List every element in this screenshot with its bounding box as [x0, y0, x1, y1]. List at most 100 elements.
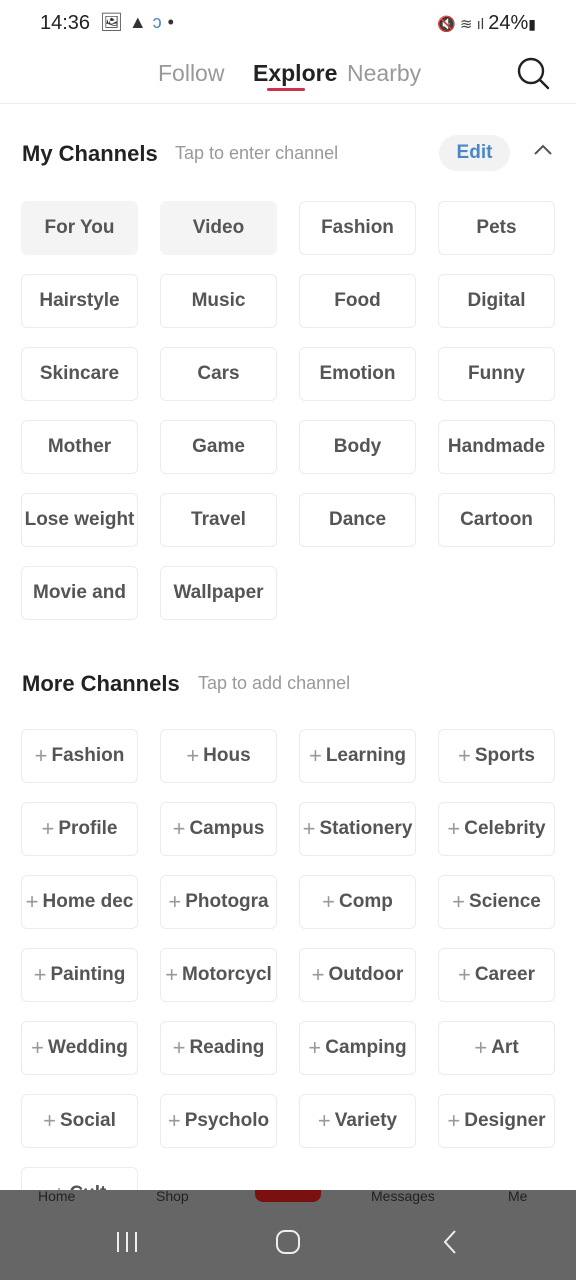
- channel-label: Wallpaper: [173, 582, 264, 603]
- channel-label: Pets: [476, 217, 517, 238]
- status-bar: 14:36 🖼▲ↄ• 🔇 ≋ ıl 24%▮: [0, 0, 576, 48]
- channel-label: Wedding: [48, 1037, 128, 1058]
- channel-chip[interactable]: Funny: [438, 347, 555, 401]
- channel-chip[interactable]: Movie and: [21, 566, 138, 620]
- channel-chip[interactable]: Food: [299, 274, 416, 328]
- channel-chip[interactable]: + Painting: [21, 948, 138, 1002]
- my-channels-grid: For You Video Fashion Pets Hairstyle Music Foo…: [21, 201, 555, 620]
- channel-label: Cartoon: [460, 509, 533, 530]
- channel-label: Emotion: [319, 363, 396, 384]
- nav-shop[interactable]: Shop: [156, 1188, 189, 1204]
- channel-chip[interactable]: For You: [21, 201, 138, 255]
- plus-icon: +: [452, 889, 466, 914]
- channel-label: Hous: [203, 745, 251, 766]
- recent-apps-icon[interactable]: [115, 1228, 139, 1256]
- channel-chip[interactable]: Body: [299, 420, 416, 474]
- notification-icons: 🖼▲ↄ•: [100, 12, 180, 32]
- channel-chip[interactable]: + Comp: [299, 875, 416, 929]
- tab-follow[interactable]: Follow: [158, 60, 224, 87]
- channel-chip[interactable]: + Psycholo: [160, 1094, 277, 1148]
- channel-chip[interactable]: + Science: [438, 875, 555, 929]
- system-icons: 🔇 ≋ ıl: [437, 16, 489, 33]
- channel-chip[interactable]: Pets: [438, 201, 555, 255]
- plus-icon: +: [322, 889, 336, 914]
- channel-chip[interactable]: + Variety: [299, 1094, 416, 1148]
- channel-chip[interactable]: + Motorcycl: [160, 948, 277, 1002]
- channel-chip[interactable]: + Career: [438, 948, 555, 1002]
- chevron-up-icon[interactable]: [532, 142, 554, 158]
- channel-label: Movie and: [33, 582, 126, 603]
- channel-label: Learning: [325, 745, 407, 766]
- channel-chip[interactable]: Emotion: [299, 347, 416, 401]
- channel-chip[interactable]: Game: [160, 420, 277, 474]
- channel-chip[interactable]: + Celebrity: [438, 802, 555, 856]
- channel-chip[interactable]: Cartoon: [438, 493, 555, 547]
- channel-chip[interactable]: Mother: [21, 420, 138, 474]
- channel-chip[interactable]: + Photogra: [160, 875, 277, 929]
- channel-chip[interactable]: Digital: [438, 274, 555, 328]
- home-icon[interactable]: [275, 1228, 301, 1256]
- channel-chip[interactable]: + Learning: [299, 729, 416, 783]
- channel-chip[interactable]: + Outdoor: [299, 948, 416, 1002]
- plus-icon: +: [447, 816, 461, 841]
- channel-label: Fashion: [51, 745, 125, 766]
- channel-chip[interactable]: + Social: [21, 1094, 138, 1148]
- channel-chip[interactable]: + Reading: [160, 1021, 277, 1075]
- channel-label: Hairstyle: [39, 290, 120, 311]
- plus-icon: +: [33, 962, 47, 987]
- channel-label: Funny: [468, 363, 525, 384]
- active-tab-indicator: [267, 88, 305, 91]
- channel-chip[interactable]: Wallpaper: [160, 566, 277, 620]
- back-icon[interactable]: [440, 1228, 460, 1256]
- channel-chip[interactable]: Cars: [160, 347, 277, 401]
- channel-chip[interactable]: + Designer: [438, 1094, 555, 1148]
- channel-label: Cars: [197, 363, 240, 384]
- channel-label: Art: [491, 1037, 519, 1058]
- channel-chip[interactable]: Handmade: [438, 420, 555, 474]
- channel-chip[interactable]: + Campus: [160, 802, 277, 856]
- nav-home[interactable]: Home: [38, 1188, 75, 1204]
- channel-chip[interactable]: Music: [160, 274, 277, 328]
- channel-chip[interactable]: + Home dec: [21, 875, 138, 929]
- channel-label: Reading: [189, 1037, 265, 1058]
- channel-chip[interactable]: Video: [160, 201, 277, 255]
- channel-label: Sports: [474, 745, 536, 766]
- channel-chip[interactable]: + Sports: [438, 729, 555, 783]
- plus-icon: +: [168, 889, 182, 914]
- channel-chip[interactable]: + Fashion: [21, 729, 138, 783]
- channel-label: Motorcycl: [182, 964, 272, 985]
- channel-chip[interactable]: Hairstyle: [21, 274, 138, 328]
- channel-chip[interactable]: Skincare: [21, 347, 138, 401]
- channel-chip[interactable]: + Stationery: [299, 802, 416, 856]
- plus-icon: +: [302, 816, 316, 841]
- channel-chip[interactable]: Travel: [160, 493, 277, 547]
- channel-chip[interactable]: Lose weight: [21, 493, 138, 547]
- post-button[interactable]: [255, 1190, 321, 1202]
- tab-nearby[interactable]: Nearby: [347, 60, 421, 87]
- channel-label: Body: [333, 436, 382, 457]
- tab-explore[interactable]: Explore: [253, 60, 337, 87]
- channel-label: Outdoor: [328, 964, 404, 985]
- plus-icon: +: [167, 1108, 181, 1133]
- plus-icon: +: [172, 1035, 186, 1060]
- channel-label: Travel: [191, 509, 246, 530]
- channel-chip[interactable]: Dance: [299, 493, 416, 547]
- channel-label: Psycholo: [184, 1110, 270, 1131]
- channel-chip[interactable]: + Camping: [299, 1021, 416, 1075]
- search-icon[interactable]: [516, 56, 550, 90]
- channel-chip[interactable]: Fashion: [299, 201, 416, 255]
- edit-button[interactable]: Edit: [439, 135, 510, 171]
- channel-chip[interactable]: + Profile: [21, 802, 138, 856]
- channel-chip[interactable]: + Hous: [160, 729, 277, 783]
- nav-me[interactable]: Me: [508, 1188, 527, 1204]
- channel-chip[interactable]: + Art: [438, 1021, 555, 1075]
- battery-icon: ▮: [528, 16, 536, 32]
- channel-label: Career: [474, 964, 536, 985]
- channel-label: Designer: [464, 1110, 546, 1131]
- channel-label: Lose weight: [24, 509, 135, 530]
- nav-messages[interactable]: Messages: [371, 1188, 435, 1204]
- channel-label: Celebrity: [464, 818, 546, 839]
- channel-chip[interactable]: + Wedding: [21, 1021, 138, 1075]
- plus-icon: +: [308, 743, 322, 768]
- channel-label: Campus: [189, 818, 265, 839]
